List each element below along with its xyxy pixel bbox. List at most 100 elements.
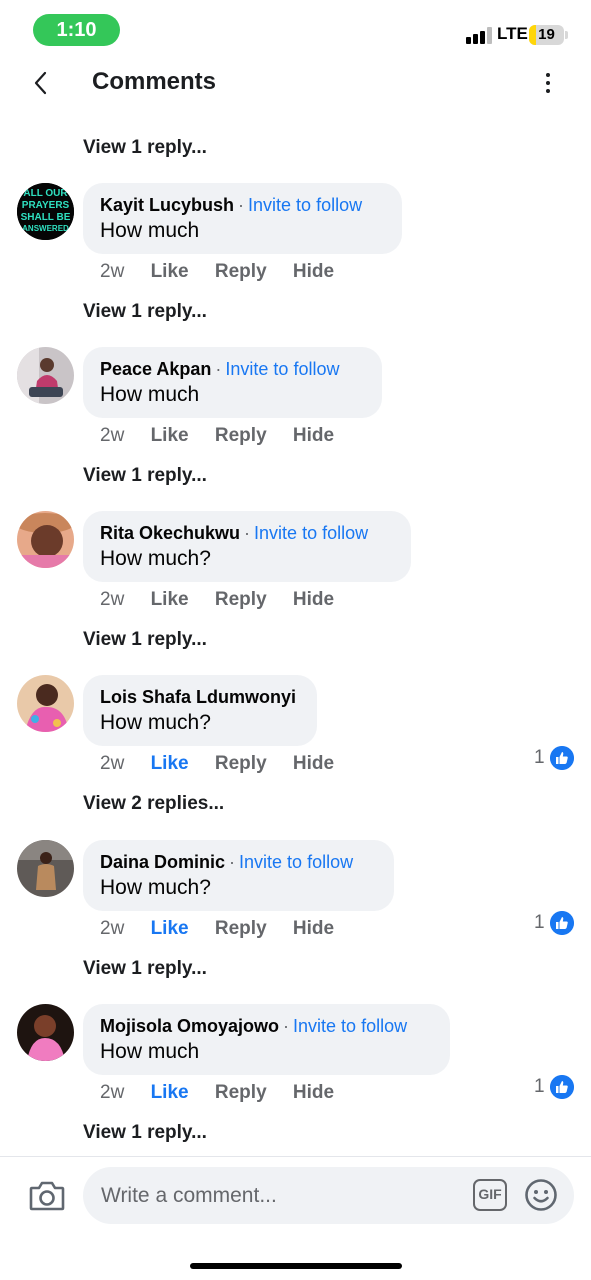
svg-text:ALL OUR: ALL OUR (23, 188, 68, 199)
comment-time: 2w (100, 918, 125, 939)
more-vertical-icon (546, 73, 550, 77)
avatar-image (17, 840, 74, 897)
reply-button[interactable]: Reply (215, 261, 267, 282)
comment-text: How much? (100, 876, 211, 899)
like-button[interactable]: Like (151, 425, 189, 446)
comment-author[interactable]: Rita Okechukwu (100, 523, 240, 543)
comment-time: 2w (100, 589, 125, 610)
avatar[interactable] (17, 347, 74, 404)
invite-to-follow-link[interactable]: Invite to follow (293, 1016, 407, 1036)
avatar[interactable] (17, 511, 74, 568)
separator-dot: · (244, 523, 251, 543)
view-replies-link[interactable]: View 1 reply... (83, 137, 207, 159)
hide-button[interactable]: Hide (293, 753, 334, 774)
avatar[interactable] (17, 840, 74, 897)
invite-to-follow-link[interactable]: Invite to follow (254, 523, 368, 543)
comment-author[interactable]: Daina Dominic (100, 852, 225, 872)
avatar-image (17, 347, 74, 404)
comment-item: Rita Okechukwu · Invite to follow How much… (0, 511, 591, 616)
comment-item: Lois Shafa Ldumwonyi How much? 2w Like R… (0, 675, 591, 780)
avatar[interactable] (17, 675, 74, 732)
thumbs-up-icon (549, 1075, 574, 1099)
gif-button[interactable]: GIF (473, 1179, 507, 1211)
camera-button[interactable] (28, 1179, 66, 1213)
like-button[interactable]: Like (151, 261, 189, 282)
comment-time: 2w (100, 1082, 125, 1103)
like-button[interactable]: Like (151, 918, 189, 939)
comment-actions: 2w Like Reply Hide (100, 261, 355, 283)
hide-button[interactable]: Hide (293, 589, 334, 610)
status-time: 1:10 (33, 14, 120, 46)
comment-bubble[interactable]: Kayit Lucybush · Invite to follow How much (83, 183, 402, 254)
comment-text: How much? (100, 547, 211, 570)
comment-actions: 2w Like Reply Hide (100, 1082, 355, 1104)
view-replies-link[interactable]: View 2 replies... (83, 793, 224, 815)
view-replies-link[interactable]: View 1 reply... (83, 629, 207, 651)
reply-button[interactable]: Reply (215, 1082, 267, 1103)
avatar-image: ALL OUR PRAYERS SHALL BE ANSWERED (17, 183, 74, 240)
reaction-summary[interactable]: 1 (534, 745, 574, 771)
avatar[interactable] (17, 1004, 74, 1061)
comment-bubble[interactable]: Daina Dominic · Invite to follow How much? (83, 840, 394, 911)
like-button[interactable]: Like (151, 589, 189, 610)
reply-button[interactable]: Reply (215, 918, 267, 939)
view-replies-link[interactable]: View 1 reply... (83, 1122, 207, 1144)
comment-time: 2w (100, 261, 125, 282)
view-replies-link[interactable]: View 1 reply... (83, 958, 207, 980)
avatar-image (17, 1004, 74, 1061)
like-button[interactable]: Like (151, 753, 189, 774)
more-options-button[interactable] (536, 68, 560, 98)
invite-to-follow-link[interactable]: Invite to follow (248, 195, 362, 215)
reply-button[interactable]: Reply (215, 589, 267, 610)
comment-actions: 2w Like Reply Hide (100, 425, 355, 447)
thumbs-up-icon (549, 746, 574, 770)
comment-bubble[interactable]: Rita Okechukwu · Invite to follow How much… (83, 511, 411, 582)
invite-to-follow-link[interactable]: Invite to follow (239, 852, 353, 872)
hide-button[interactable]: Hide (293, 261, 334, 282)
view-replies-link[interactable]: View 1 reply... (83, 465, 207, 487)
comment-author[interactable]: Lois Shafa Ldumwonyi (100, 687, 296, 707)
battery-tip (565, 31, 568, 39)
hide-button[interactable]: Hide (293, 425, 334, 446)
separator-dot: · (238, 195, 245, 215)
camera-icon (29, 1181, 65, 1211)
comment-text: How much (100, 383, 200, 406)
comment-bubble[interactable]: Peace Akpan · Invite to follow How much (83, 347, 382, 418)
comment-bubble[interactable]: Lois Shafa Ldumwonyi How much? (83, 675, 317, 746)
home-indicator[interactable] (190, 1263, 402, 1269)
smiley-icon (525, 1179, 557, 1211)
comment-text: How much? (100, 711, 211, 734)
view-replies-link[interactable]: View 1 reply... (83, 301, 207, 323)
comment-author[interactable]: Mojisola Omoyajowo (100, 1016, 279, 1036)
invite-to-follow-link[interactable]: Invite to follow (225, 359, 339, 379)
like-button[interactable]: Like (151, 1082, 189, 1103)
comment-item: ALL OUR PRAYERS SHALL BE ANSWERED Kayit … (0, 183, 591, 288)
separator-dot: · (283, 1016, 290, 1036)
status-bar: 1:10 LTE 19 (0, 0, 591, 60)
comment-actions: 2w Like Reply Hide (100, 589, 355, 611)
hide-button[interactable]: Hide (293, 1082, 334, 1103)
separator-dot: · (229, 852, 236, 872)
comment-author[interactable]: Kayit Lucybush (100, 195, 234, 215)
battery-percent: 19 (538, 26, 555, 43)
reaction-summary[interactable]: 1 (534, 1074, 574, 1100)
reply-button[interactable]: Reply (215, 753, 267, 774)
battery-icon: 19 (529, 25, 564, 45)
emoji-button[interactable] (524, 1178, 558, 1212)
header: Comments (0, 60, 591, 106)
avatar[interactable]: ALL OUR PRAYERS SHALL BE ANSWERED (17, 183, 74, 240)
reply-button[interactable]: Reply (215, 425, 267, 446)
svg-text:SHALL BE: SHALL BE (21, 212, 71, 223)
separator-dot: · (215, 359, 222, 379)
svg-text:ANSWERED: ANSWERED (22, 224, 69, 233)
comment-text: How much (100, 1040, 200, 1063)
comment-author[interactable]: Peace Akpan (100, 359, 211, 379)
reaction-count: 1 (534, 912, 545, 933)
comment-bubble[interactable]: Mojisola Omoyajowo · Invite to follow How … (83, 1004, 450, 1075)
comment-time: 2w (100, 425, 125, 446)
comment-actions: 2w Like Reply Hide (100, 918, 355, 940)
hide-button[interactable]: Hide (293, 918, 334, 939)
reaction-summary[interactable]: 1 (534, 910, 574, 936)
comment-item: Mojisola Omoyajowo · Invite to follow How … (0, 1004, 591, 1109)
back-button[interactable] (26, 66, 56, 100)
